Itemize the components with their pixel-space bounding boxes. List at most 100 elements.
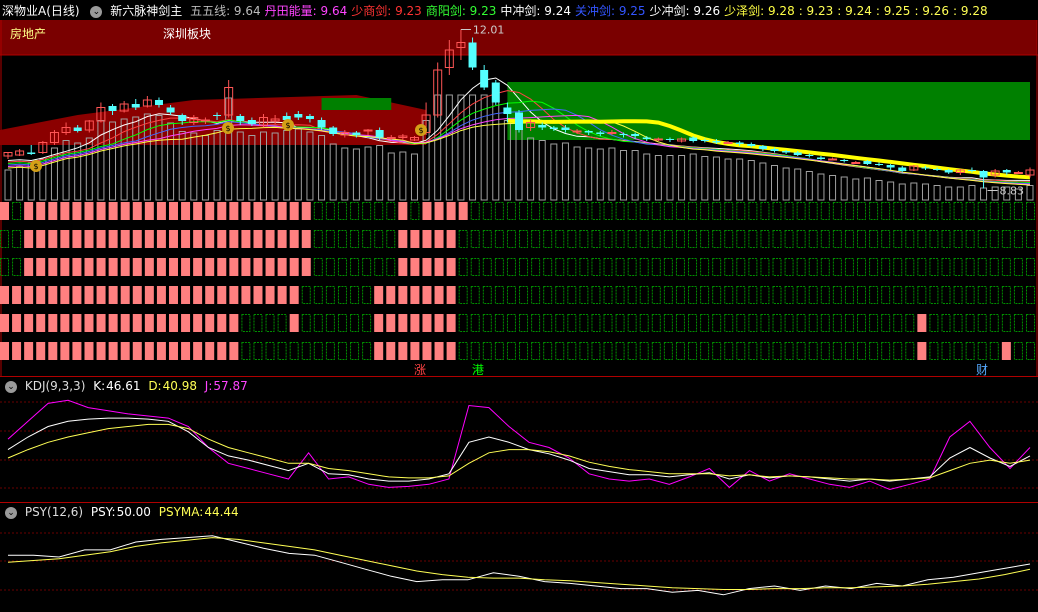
candle-body (166, 107, 175, 113)
ribbon-bar (678, 155, 686, 201)
signal-box (181, 230, 191, 248)
signal-box (36, 258, 46, 276)
signal-box (253, 230, 263, 248)
signal-box (688, 314, 698, 332)
signal-box (277, 286, 287, 304)
signal-box (820, 342, 830, 360)
signal-box (217, 202, 227, 220)
signal-box (784, 314, 794, 332)
candle-body (619, 134, 628, 135)
signal-box (494, 342, 504, 360)
indicator-name[interactable]: 新六脉神剑主 (110, 4, 182, 18)
signal-box (108, 314, 118, 332)
ribbon-bar (921, 183, 929, 201)
signal-box (615, 258, 625, 276)
signal-box (205, 202, 215, 220)
indicator-value-1: 丹田能量: 9.64 (264, 4, 348, 18)
signal-box (651, 342, 661, 360)
signal-box (736, 258, 746, 276)
ribbon-bar (910, 182, 918, 201)
signal-box (217, 230, 227, 248)
signal-box (301, 286, 311, 304)
chevron-down-icon[interactable]: ⌄ (90, 5, 103, 18)
signal-box (398, 230, 408, 248)
signal-box (120, 286, 130, 304)
signal-box (712, 314, 722, 332)
signal-box (1001, 258, 1011, 276)
signal-box (386, 342, 396, 360)
psy-value: 50.00 (116, 505, 151, 519)
signal-box (844, 286, 854, 304)
signal-box (217, 342, 227, 360)
marker-zhang: 涨 (414, 362, 426, 377)
signal-box (627, 342, 637, 360)
signal-box (12, 202, 22, 220)
chevron-down-icon[interactable]: ⌄ (5, 506, 17, 519)
signal-box (929, 342, 939, 360)
candle-body (131, 104, 140, 108)
signal-box (675, 286, 685, 304)
kdj-k-label: K: (93, 379, 106, 393)
symbol-title[interactable]: 深物业A(日线) (2, 4, 80, 18)
signal-box (579, 286, 589, 304)
signal-box (156, 342, 166, 360)
signal-box (386, 230, 396, 248)
signal-box (1026, 286, 1035, 304)
signal-box (410, 202, 420, 220)
main-header: 深物业A(日线) ⌄ 新六脉神剑主 五五线: 9.64 丹田能量: 9.64 少商剑… (2, 2, 996, 20)
signal-box (688, 202, 698, 220)
ribbon-bar (341, 147, 349, 201)
signal-box (603, 202, 613, 220)
signal-box (253, 342, 263, 360)
signal-box (555, 314, 565, 332)
kdj-name[interactable]: KDJ(9,3,3) (25, 379, 86, 393)
signal-box (72, 202, 82, 220)
signal-box (857, 286, 867, 304)
signal-box (748, 230, 758, 248)
psyma-line (7, 537, 1031, 590)
signal-box (519, 342, 529, 360)
signal-box (1026, 202, 1035, 220)
signal-box (1026, 230, 1035, 248)
signal-box (748, 342, 758, 360)
signal-box (772, 314, 782, 332)
chevron-down-icon[interactable]: ⌄ (5, 380, 17, 393)
candle-body (700, 140, 709, 141)
signal-box (470, 286, 480, 304)
signal-box (543, 286, 553, 304)
signal-box (857, 342, 867, 360)
signal-box (132, 286, 142, 304)
psy-name[interactable]: PSY(12,6) (25, 505, 83, 519)
candle-body (305, 116, 314, 119)
signal-box (229, 230, 239, 248)
ribbon-bar (469, 94, 477, 201)
ribbon-bar (875, 180, 883, 201)
signal-box (929, 202, 939, 220)
signal-box (857, 258, 867, 276)
ribbon-bar (794, 168, 802, 201)
signal-box (374, 314, 384, 332)
signal-box (808, 258, 818, 276)
signal-box (108, 258, 118, 276)
signal-box (1013, 202, 1023, 220)
kdj-k-value: 46.61 (106, 379, 141, 393)
extra-value-1: : 9.24 (837, 4, 872, 18)
ribbon-bar (643, 153, 651, 201)
signal-box (627, 314, 637, 332)
signal-box (929, 314, 939, 332)
signal-box (989, 342, 999, 360)
signal-box (639, 342, 649, 360)
signal-box (205, 314, 215, 332)
signal-box (506, 342, 516, 360)
signal-box (567, 202, 577, 220)
signal-box (48, 202, 58, 220)
signal-box (941, 258, 951, 276)
candle-body (933, 169, 942, 170)
signal-box (132, 258, 142, 276)
signal-box (434, 202, 444, 220)
signal-box (724, 258, 734, 276)
signal-box (748, 286, 758, 304)
signal-box (277, 230, 287, 248)
ribbon-bar (759, 162, 767, 201)
signal-box (289, 258, 299, 276)
